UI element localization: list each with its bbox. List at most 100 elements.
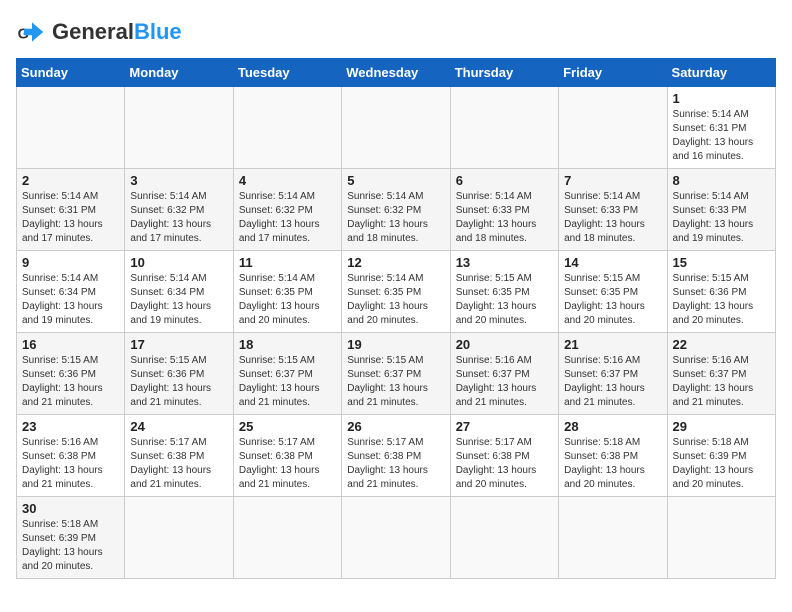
day-info: Sunrise: 5:14 AM Sunset: 6:33 PM Dayligh… [456, 190, 553, 246]
week-row-2: 2 Sunrise: 5:14 AM Sunset: 6:31 PM Daylig… [17, 169, 776, 251]
day-number: 27 [456, 419, 553, 434]
day-number: 30 [22, 501, 119, 516]
day-number: 2 [22, 173, 119, 188]
day-info: Sunrise: 5:15 AM Sunset: 6:35 PM Dayligh… [564, 272, 661, 328]
week-row-3: 9 Sunrise: 5:14 AM Sunset: 6:34 PM Daylig… [17, 251, 776, 333]
calendar-cell: 15 Sunrise: 5:15 AM Sunset: 6:36 PM Dayli… [667, 251, 775, 333]
day-info: Sunrise: 5:14 AM Sunset: 6:34 PM Dayligh… [130, 272, 227, 328]
week-row-1: 1 Sunrise: 5:14 AM Sunset: 6:31 PM Daylig… [17, 87, 776, 169]
day-info: Sunrise: 5:14 AM Sunset: 6:31 PM Dayligh… [673, 108, 770, 164]
calendar-cell: 28 Sunrise: 5:18 AM Sunset: 6:38 PM Dayli… [559, 415, 667, 497]
calendar-cell [125, 497, 233, 579]
day-number: 5 [347, 173, 444, 188]
weekday-header-saturday: Saturday [667, 59, 775, 87]
generalblue-logo-icon: G [16, 16, 48, 48]
day-info: Sunrise: 5:15 AM Sunset: 6:36 PM Dayligh… [130, 354, 227, 410]
weekday-header-tuesday: Tuesday [233, 59, 341, 87]
day-number: 13 [456, 255, 553, 270]
day-info: Sunrise: 5:15 AM Sunset: 6:36 PM Dayligh… [673, 272, 770, 328]
calendar-cell: 30 Sunrise: 5:18 AM Sunset: 6:39 PM Dayli… [17, 497, 125, 579]
day-number: 10 [130, 255, 227, 270]
day-number: 3 [130, 173, 227, 188]
week-row-4: 16 Sunrise: 5:15 AM Sunset: 6:36 PM Dayli… [17, 333, 776, 415]
calendar-cell: 19 Sunrise: 5:15 AM Sunset: 6:37 PM Dayli… [342, 333, 450, 415]
day-info: Sunrise: 5:14 AM Sunset: 6:33 PM Dayligh… [673, 190, 770, 246]
calendar-table: SundayMondayTuesdayWednesdayThursdayFrid… [16, 58, 776, 579]
calendar-cell [342, 497, 450, 579]
calendar-cell: 2 Sunrise: 5:14 AM Sunset: 6:31 PM Daylig… [17, 169, 125, 251]
day-number: 4 [239, 173, 336, 188]
day-number: 21 [564, 337, 661, 352]
calendar-cell: 3 Sunrise: 5:14 AM Sunset: 6:32 PM Daylig… [125, 169, 233, 251]
day-info: Sunrise: 5:14 AM Sunset: 6:32 PM Dayligh… [239, 190, 336, 246]
logo-text: GeneralBlue [52, 21, 182, 43]
day-number: 12 [347, 255, 444, 270]
calendar-cell [450, 87, 558, 169]
day-info: Sunrise: 5:15 AM Sunset: 6:37 PM Dayligh… [347, 354, 444, 410]
calendar-cell: 23 Sunrise: 5:16 AM Sunset: 6:38 PM Dayli… [17, 415, 125, 497]
day-number: 6 [456, 173, 553, 188]
day-info: Sunrise: 5:16 AM Sunset: 6:37 PM Dayligh… [456, 354, 553, 410]
header: G GeneralBlue [16, 16, 776, 48]
day-number: 1 [673, 91, 770, 106]
calendar-cell: 22Sunrise: 5:16 AM Sunset: 6:37 PM Dayli… [667, 333, 775, 415]
calendar-cell: 25Sunrise: 5:17 AM Sunset: 6:38 PM Dayli… [233, 415, 341, 497]
weekday-header-thursday: Thursday [450, 59, 558, 87]
calendar-cell [667, 497, 775, 579]
day-number: 23 [22, 419, 119, 434]
day-info: Sunrise: 5:14 AM Sunset: 6:31 PM Dayligh… [22, 190, 119, 246]
calendar-cell: 1 Sunrise: 5:14 AM Sunset: 6:31 PM Daylig… [667, 87, 775, 169]
day-info: Sunrise: 5:18 AM Sunset: 6:39 PM Dayligh… [673, 436, 770, 492]
calendar-cell [559, 87, 667, 169]
day-info: Sunrise: 5:16 AM Sunset: 6:37 PM Dayligh… [564, 354, 661, 410]
calendar-cell: 27 Sunrise: 5:17 AM Sunset: 6:38 PM Dayli… [450, 415, 558, 497]
day-info: Sunrise: 5:18 AM Sunset: 6:39 PM Dayligh… [22, 518, 119, 574]
day-info: Sunrise: 5:17 AM Sunset: 6:38 PM Dayligh… [239, 436, 336, 492]
day-number: 19 [347, 337, 444, 352]
day-info: Sunrise: 5:14 AM Sunset: 6:35 PM Dayligh… [239, 272, 336, 328]
weekday-header-row: SundayMondayTuesdayWednesdayThursdayFrid… [17, 59, 776, 87]
calendar-cell [450, 497, 558, 579]
calendar-cell: 29 Sunrise: 5:18 AM Sunset: 6:39 PM Dayli… [667, 415, 775, 497]
calendar-cell: 6 Sunrise: 5:14 AM Sunset: 6:33 PM Daylig… [450, 169, 558, 251]
day-info: Sunrise: 5:18 AM Sunset: 6:38 PM Dayligh… [564, 436, 661, 492]
day-number: 17 [130, 337, 227, 352]
calendar-cell: 17 Sunrise: 5:15 AM Sunset: 6:36 PM Dayli… [125, 333, 233, 415]
calendar-cell: 10 Sunrise: 5:14 AM Sunset: 6:34 PM Dayli… [125, 251, 233, 333]
calendar-cell: 11Sunrise: 5:14 AM Sunset: 6:35 PM Dayli… [233, 251, 341, 333]
day-info: Sunrise: 5:16 AM Sunset: 6:38 PM Dayligh… [22, 436, 119, 492]
calendar-cell: 14 Sunrise: 5:15 AM Sunset: 6:35 PM Dayli… [559, 251, 667, 333]
calendar-cell: 5 Sunrise: 5:14 AM Sunset: 6:32 PM Daylig… [342, 169, 450, 251]
day-info: Sunrise: 5:14 AM Sunset: 6:32 PM Dayligh… [130, 190, 227, 246]
day-info: Sunrise: 5:17 AM Sunset: 6:38 PM Dayligh… [456, 436, 553, 492]
day-number: 29 [673, 419, 770, 434]
weekday-header-wednesday: Wednesday [342, 59, 450, 87]
day-info: Sunrise: 5:16 AM Sunset: 6:37 PM Dayligh… [673, 354, 770, 410]
day-info: Sunrise: 5:15 AM Sunset: 6:35 PM Dayligh… [456, 272, 553, 328]
day-number: 14 [564, 255, 661, 270]
week-row-6: 30 Sunrise: 5:18 AM Sunset: 6:39 PM Dayli… [17, 497, 776, 579]
calendar-cell: 20 Sunrise: 5:16 AM Sunset: 6:37 PM Dayli… [450, 333, 558, 415]
calendar-cell: 7Sunrise: 5:14 AM Sunset: 6:33 PM Daylig… [559, 169, 667, 251]
logo: G GeneralBlue [16, 16, 182, 48]
day-number: 15 [673, 255, 770, 270]
calendar-cell: 4 Sunrise: 5:14 AM Sunset: 6:32 PM Daylig… [233, 169, 341, 251]
day-info: Sunrise: 5:17 AM Sunset: 6:38 PM Dayligh… [130, 436, 227, 492]
calendar-cell: 24 Sunrise: 5:17 AM Sunset: 6:38 PM Dayli… [125, 415, 233, 497]
calendar-cell [17, 87, 125, 169]
day-number: 20 [456, 337, 553, 352]
weekday-header-friday: Friday [559, 59, 667, 87]
day-number: 26 [347, 419, 444, 434]
day-number: 7 [564, 173, 661, 188]
day-number: 9 [22, 255, 119, 270]
day-number: 28 [564, 419, 661, 434]
day-number: 24 [130, 419, 227, 434]
day-info: Sunrise: 5:15 AM Sunset: 6:36 PM Dayligh… [22, 354, 119, 410]
calendar-cell [233, 87, 341, 169]
calendar-cell: 12Sunrise: 5:14 AM Sunset: 6:35 PM Dayli… [342, 251, 450, 333]
calendar-cell: 16 Sunrise: 5:15 AM Sunset: 6:36 PM Dayli… [17, 333, 125, 415]
calendar-cell [342, 87, 450, 169]
calendar-cell: 21 Sunrise: 5:16 AM Sunset: 6:37 PM Dayli… [559, 333, 667, 415]
day-info: Sunrise: 5:14 AM Sunset: 6:32 PM Dayligh… [347, 190, 444, 246]
day-number: 16 [22, 337, 119, 352]
